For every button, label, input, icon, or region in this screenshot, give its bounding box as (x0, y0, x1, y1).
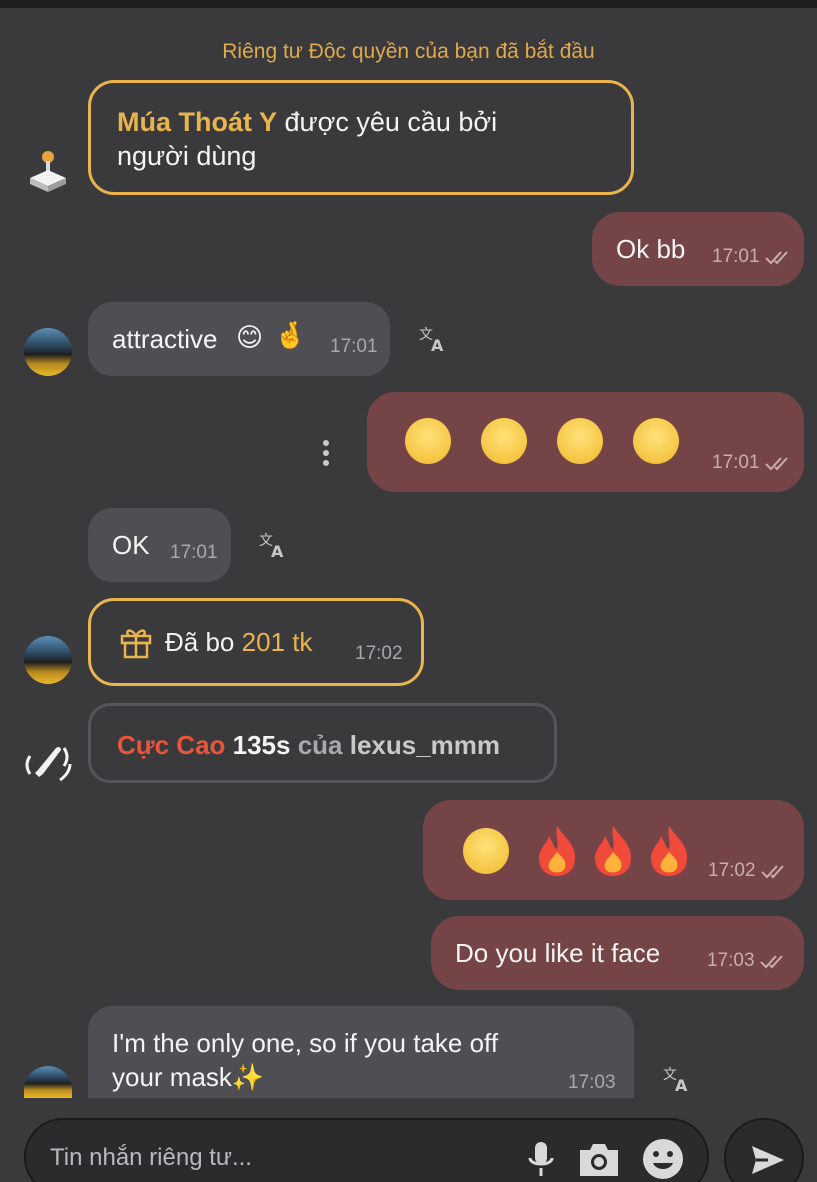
request-text-2: người dùng (117, 141, 257, 171)
incoming-message[interactable]: I'm the only one, so if you take off you… (88, 1006, 634, 1098)
svg-text:A: A (271, 542, 284, 560)
send-button[interactable] (724, 1118, 804, 1182)
emoji-icon[interactable] (642, 1138, 684, 1180)
neutral-face-emoji (463, 828, 509, 874)
message-time: 17:02 (355, 643, 403, 664)
fire-emoji (539, 826, 575, 876)
message-time: 17:01 (170, 542, 218, 563)
message-input[interactable] (50, 1142, 510, 1174)
more-options-icon[interactable] (318, 438, 334, 468)
smile-emoji: 😊 (236, 322, 264, 352)
message-time: 17:01 (712, 246, 794, 268)
send-icon (752, 1146, 784, 1174)
show-request-card: Múa Thoát Y được yêu cầu bởi người dùng (88, 80, 634, 195)
tip-amount: 201 tk (241, 627, 313, 657)
avatar[interactable] (24, 1066, 72, 1098)
outgoing-message[interactable]: Ok bb 17:01 (592, 212, 804, 286)
message-text: your mask✨ (112, 1062, 265, 1092)
double-check-icon (764, 457, 788, 471)
outgoing-message[interactable]: Do you like it face 17:03 (431, 916, 804, 990)
outgoing-message[interactable]: 17:02 (423, 800, 804, 900)
relieved-emoji (481, 418, 527, 464)
message-time: 17:03 (568, 1072, 616, 1093)
message-text: attractive (112, 324, 218, 354)
translate-icon[interactable]: 文 A (418, 324, 448, 354)
message-text: Ok bb (616, 234, 686, 264)
message-time: 17:03 (707, 950, 789, 972)
request-text: được yêu cầu bởi (277, 107, 498, 137)
crossed-fingers-emoji: 🤞 (274, 320, 307, 350)
message-time: 17:02 (708, 860, 790, 882)
fire-emoji (595, 826, 631, 876)
fire-emoji (651, 826, 687, 876)
vibration-text: Cực Cao 135s của lexus_mmm (117, 730, 501, 760)
tip-text: Đã bo 201 tk (165, 627, 313, 657)
relieved-emoji (405, 418, 451, 464)
translate-icon[interactable]: 文 A (662, 1064, 692, 1094)
message-text: I'm the only one, so if you take off (112, 1028, 499, 1058)
vibration-card: Cực Cao 135s của lexus_mmm (88, 703, 557, 783)
message-time: 17:01 (330, 336, 378, 357)
double-check-icon (759, 955, 783, 969)
top-bar (0, 0, 817, 8)
double-check-icon (764, 251, 788, 265)
joystick-icon (30, 151, 66, 192)
svg-text:A: A (431, 336, 444, 354)
incoming-message[interactable]: OK 17:01 (88, 508, 231, 582)
private-session-notice: Riêng tư Độc quyền của bạn đã bắt đầu (222, 40, 595, 63)
camera-icon[interactable] (578, 1140, 620, 1178)
message-composer (24, 1118, 709, 1182)
incoming-message[interactable]: attractive 😊 🤞 17:01 (88, 302, 390, 376)
translate-icon[interactable]: 文 A (258, 530, 288, 560)
avatar[interactable] (24, 636, 72, 684)
double-check-icon (760, 865, 784, 879)
avatar[interactable] (24, 328, 72, 376)
relieved-emoji (557, 418, 603, 464)
message-text: Do you like it face (455, 938, 661, 968)
vibration-icon (25, 746, 72, 782)
tip-card: Đã bo 201 tk 17:02 (88, 598, 424, 686)
message-time: 17:01 (712, 452, 794, 474)
gift-icon (120, 629, 152, 659)
microphone-icon[interactable] (526, 1140, 556, 1178)
outgoing-message[interactable]: 17:01 (367, 392, 804, 492)
request-title: Múa Thoát Y (117, 107, 278, 137)
message-text: OK (112, 530, 150, 560)
svg-text:A: A (675, 1076, 688, 1094)
relieved-emoji (633, 418, 679, 464)
